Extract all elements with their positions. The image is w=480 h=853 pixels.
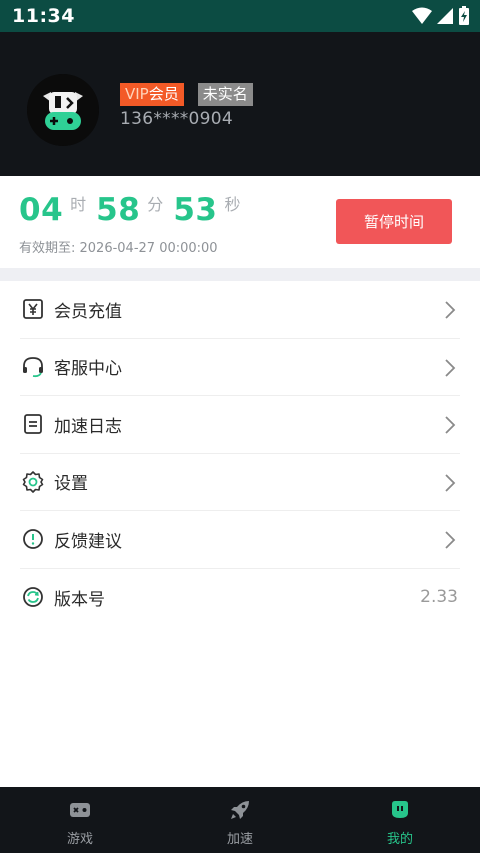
menu-item-version[interactable]: 版本号 2.33 xyxy=(20,569,460,627)
remaining-time: 04 时 58 分 53 秒 xyxy=(19,192,250,228)
status-bar: 11:34 xyxy=(0,0,480,32)
menu-item-label: 客服中心 xyxy=(54,359,122,380)
bottom-nav: 游戏 加速 我的 xyxy=(0,787,480,853)
gamepad-icon xyxy=(70,803,90,817)
nav-tab-accelerate[interactable]: 加速 xyxy=(160,787,320,853)
menu-item-label: 会员充值 xyxy=(54,301,122,322)
mascot-icon xyxy=(392,801,408,818)
rocket-icon xyxy=(231,801,249,819)
vip-suffix: 会员 xyxy=(148,85,179,103)
menu-list: 会员充值 客服中心 加速日志 设置 反馈建议 版本号 2.33 xyxy=(0,281,480,626)
nav-tab-mine[interactable]: 我的 xyxy=(320,787,480,853)
chevron-right-icon xyxy=(445,301,456,319)
menu-item-feedback[interactable]: 反馈建议 xyxy=(20,511,460,569)
hours-value: 04 xyxy=(19,192,64,228)
chevron-right-icon xyxy=(445,473,456,492)
menu-item-acceleration-log[interactable]: 加速日志 xyxy=(20,396,460,454)
badges: VIP会员 未实名 xyxy=(120,83,253,106)
status-icons xyxy=(412,6,470,26)
status-time: 11:34 xyxy=(12,5,75,27)
vip-badge: VIP会员 xyxy=(120,83,184,106)
seconds-value: 53 xyxy=(173,192,218,228)
nav-label: 加速 xyxy=(226,832,253,847)
signal-icon xyxy=(437,8,453,24)
pause-time-button[interactable]: 暂停时间 xyxy=(336,199,452,244)
menu-item-label: 加速日志 xyxy=(54,416,122,437)
avatar[interactable] xyxy=(27,74,99,146)
chevron-right-icon xyxy=(445,416,456,434)
wifi-icon xyxy=(412,7,432,24)
minutes-unit: 分 xyxy=(147,195,164,214)
log-icon xyxy=(21,412,45,436)
hours-unit: 时 xyxy=(70,195,87,214)
nav-label: 游戏 xyxy=(66,832,93,847)
timer-card: 04 时 58 分 53 秒 有效期至: 2026-04-27 00:00:00… xyxy=(0,176,480,268)
menu-item-label: 版本号 xyxy=(54,589,105,610)
phone-number: 136****0904 xyxy=(120,109,234,129)
unverified-badge[interactable]: 未实名 xyxy=(197,83,253,106)
menu-item-customer-service[interactable]: 客服中心 xyxy=(20,339,460,396)
yuan-icon xyxy=(21,297,45,321)
menu-item-settings[interactable]: 设置 xyxy=(20,454,460,511)
minutes-value: 58 xyxy=(96,192,141,228)
refresh-icon xyxy=(21,585,45,609)
cow-mascot-icon xyxy=(27,74,99,146)
section-divider xyxy=(0,268,480,281)
version-value: 2.33 xyxy=(420,586,458,607)
feedback-icon xyxy=(21,527,45,551)
menu-item-recharge[interactable]: 会员充值 xyxy=(20,281,460,339)
seconds-unit: 秒 xyxy=(224,195,241,214)
battery-icon xyxy=(459,6,469,25)
expiry-date: 有效期至: 2026-04-27 00:00:00 xyxy=(19,241,218,256)
nav-label: 我的 xyxy=(386,832,413,847)
vip-prefix: VIP xyxy=(125,85,149,103)
headset-icon xyxy=(21,355,45,379)
chevron-right-icon xyxy=(445,358,456,377)
menu-item-label: 设置 xyxy=(54,474,88,495)
chevron-right-icon xyxy=(445,531,456,549)
nav-tab-games[interactable]: 游戏 xyxy=(0,787,160,853)
menu-item-label: 反馈建议 xyxy=(54,531,122,552)
profile-header: VIP会员 未实名 136****0904 xyxy=(0,32,480,176)
gear-icon xyxy=(21,470,45,494)
